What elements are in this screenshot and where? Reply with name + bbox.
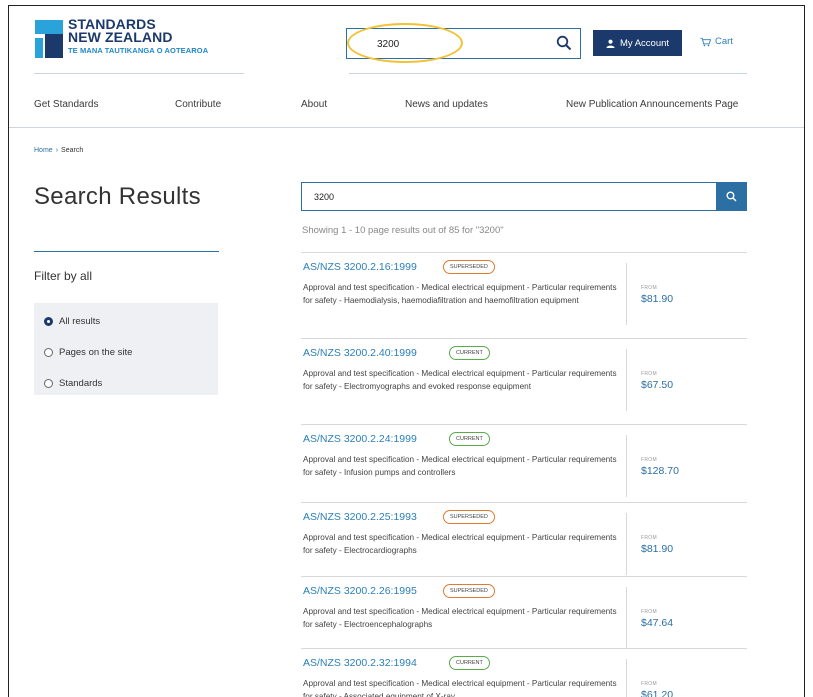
header-search-input[interactable] bbox=[377, 36, 547, 52]
logo-title-line2: NEW ZEALAND bbox=[68, 29, 173, 45]
cart-link[interactable]: Cart bbox=[700, 36, 733, 47]
breadcrumb: Home › Search bbox=[34, 147, 83, 154]
breadcrumb-current: Search bbox=[61, 147, 84, 154]
radio-icon bbox=[44, 379, 53, 388]
result-code-link[interactable]: AS/NZS 3200.2.16:1999 bbox=[303, 261, 417, 273]
results-search-input[interactable] bbox=[314, 190, 694, 204]
page-frame: STANDARDS NEW ZEALAND TE MANA TAUTIKANGA… bbox=[8, 5, 805, 697]
nav-item-get-standards[interactable]: Get Standards bbox=[34, 99, 98, 110]
search-icon[interactable] bbox=[556, 35, 572, 51]
search-icon bbox=[726, 191, 737, 202]
site-header: STANDARDS NEW ZEALAND TE MANA TAUTIKANGA… bbox=[9, 6, 804, 86]
cart-label: Cart bbox=[715, 36, 733, 47]
result-item: AS/NZS 3200.2.40:1999 CURRENT Approval a… bbox=[301, 339, 747, 425]
result-code-link[interactable]: AS/NZS 3200.2.24:1999 bbox=[303, 433, 417, 445]
result-item: AS/NZS 3200.2.24:1999 CURRENT Approval a… bbox=[301, 425, 747, 503]
result-item: AS/NZS 3200.2.26:1995 SUPERSEDED Approva… bbox=[301, 577, 747, 649]
header-search-box bbox=[346, 28, 581, 59]
result-price: $67.50 bbox=[641, 379, 674, 391]
results-count-text: Showing 1 - 10 page results out of 85 fo… bbox=[302, 225, 504, 236]
result-code-link[interactable]: AS/NZS 3200.2.25:1993 bbox=[303, 511, 417, 523]
status-badge: SUPERSEDED bbox=[443, 510, 495, 524]
result-description: Approval and test specification - Medica… bbox=[303, 607, 617, 629]
result-description: Approval and test specification - Medica… bbox=[303, 369, 617, 391]
result-price: $128.70 bbox=[641, 465, 679, 477]
filter-heading: Filter by all bbox=[34, 269, 93, 283]
logo-title: STANDARDS NEW ZEALAND bbox=[68, 17, 173, 45]
result-description: Approval and test specification - Medica… bbox=[303, 533, 617, 555]
site-logo[interactable]: STANDARDS NEW ZEALAND TE MANA TAUTIKANGA… bbox=[35, 17, 235, 68]
result-price: $81.90 bbox=[641, 543, 674, 555]
result-description: Approval and test specification - Medica… bbox=[303, 283, 617, 305]
result-price: $61.20 bbox=[641, 689, 674, 697]
price-from-label: FROM bbox=[641, 609, 657, 615]
nav-item-contribute[interactable]: Contribute bbox=[175, 99, 221, 110]
status-badge: CURRENT bbox=[449, 346, 490, 360]
price-from-label: FROM bbox=[641, 371, 657, 377]
filter-option-pages[interactable]: Pages on the site bbox=[44, 347, 132, 358]
filter-option-all[interactable]: All results bbox=[44, 316, 100, 327]
my-account-label: My Account bbox=[619, 37, 670, 49]
filter-options: All results Pages on the site Standards bbox=[34, 303, 218, 395]
price-from-label: FROM bbox=[641, 285, 657, 291]
price-from-label: FROM bbox=[641, 535, 657, 541]
result-price: $81.90 bbox=[641, 293, 674, 305]
result-description: Approval and test specification - Medica… bbox=[303, 455, 617, 477]
filter-option-label: Pages on the site bbox=[59, 347, 133, 358]
price-divider bbox=[626, 349, 627, 411]
price-divider bbox=[626, 435, 627, 497]
price-divider bbox=[626, 263, 627, 325]
nav-item-news[interactable]: News and updates bbox=[405, 99, 488, 110]
title-divider bbox=[34, 251, 219, 252]
breadcrumb-separator-icon: › bbox=[55, 147, 59, 154]
nav-item-publication-announcements[interactable]: New Publication Announcements Page bbox=[566, 99, 738, 110]
price-divider bbox=[626, 587, 627, 649]
result-code-link[interactable]: AS/NZS 3200.2.40:1999 bbox=[303, 347, 417, 359]
price-from-label: FROM bbox=[641, 457, 657, 463]
results-search-box bbox=[301, 182, 747, 211]
filter-option-label: All results bbox=[59, 316, 101, 327]
results-search-button[interactable] bbox=[716, 182, 747, 211]
price-divider bbox=[626, 513, 627, 575]
status-badge: SUPERSEDED bbox=[443, 584, 495, 598]
header-divider-left bbox=[34, 73, 244, 74]
header-divider-right bbox=[349, 73, 747, 74]
cart-icon bbox=[700, 37, 711, 46]
filter-option-standards[interactable]: Standards bbox=[44, 378, 102, 389]
result-code-link[interactable]: AS/NZS 3200.2.26:1995 bbox=[303, 585, 417, 597]
price-divider bbox=[626, 659, 627, 697]
status-badge: CURRENT bbox=[449, 432, 490, 446]
my-account-button[interactable]: My Account bbox=[593, 30, 682, 56]
result-item: AS/NZS 3200.2.32:1994 CURRENT Approval a… bbox=[301, 649, 747, 697]
status-badge: SUPERSEDED bbox=[443, 260, 495, 274]
breadcrumb-home[interactable]: Home bbox=[34, 147, 53, 154]
page-title: Search Results bbox=[34, 183, 201, 210]
radio-selected-icon bbox=[44, 317, 53, 326]
nav-item-about[interactable]: About bbox=[301, 99, 327, 110]
result-item: AS/NZS 3200.2.25:1993 SUPERSEDED Approva… bbox=[301, 503, 747, 577]
filter-option-label: Standards bbox=[59, 378, 103, 389]
radio-icon bbox=[44, 348, 53, 357]
status-badge: CURRENT bbox=[449, 656, 490, 670]
result-item: AS/NZS 3200.2.16:1999 SUPERSEDED Approva… bbox=[301, 253, 747, 339]
result-description: Approval and test specification - Medica… bbox=[303, 679, 617, 697]
main-nav: Get Standards Contribute About News and … bbox=[9, 86, 804, 128]
user-icon bbox=[606, 39, 615, 48]
logo-subtitle: TE MANA TAUTIKANGA O AOTEAROA bbox=[68, 46, 209, 55]
result-code-link[interactable]: AS/NZS 3200.2.32:1994 bbox=[303, 657, 417, 669]
result-price: $47.64 bbox=[641, 617, 674, 629]
price-from-label: FROM bbox=[641, 681, 657, 687]
logo-mark-icon bbox=[35, 20, 63, 58]
